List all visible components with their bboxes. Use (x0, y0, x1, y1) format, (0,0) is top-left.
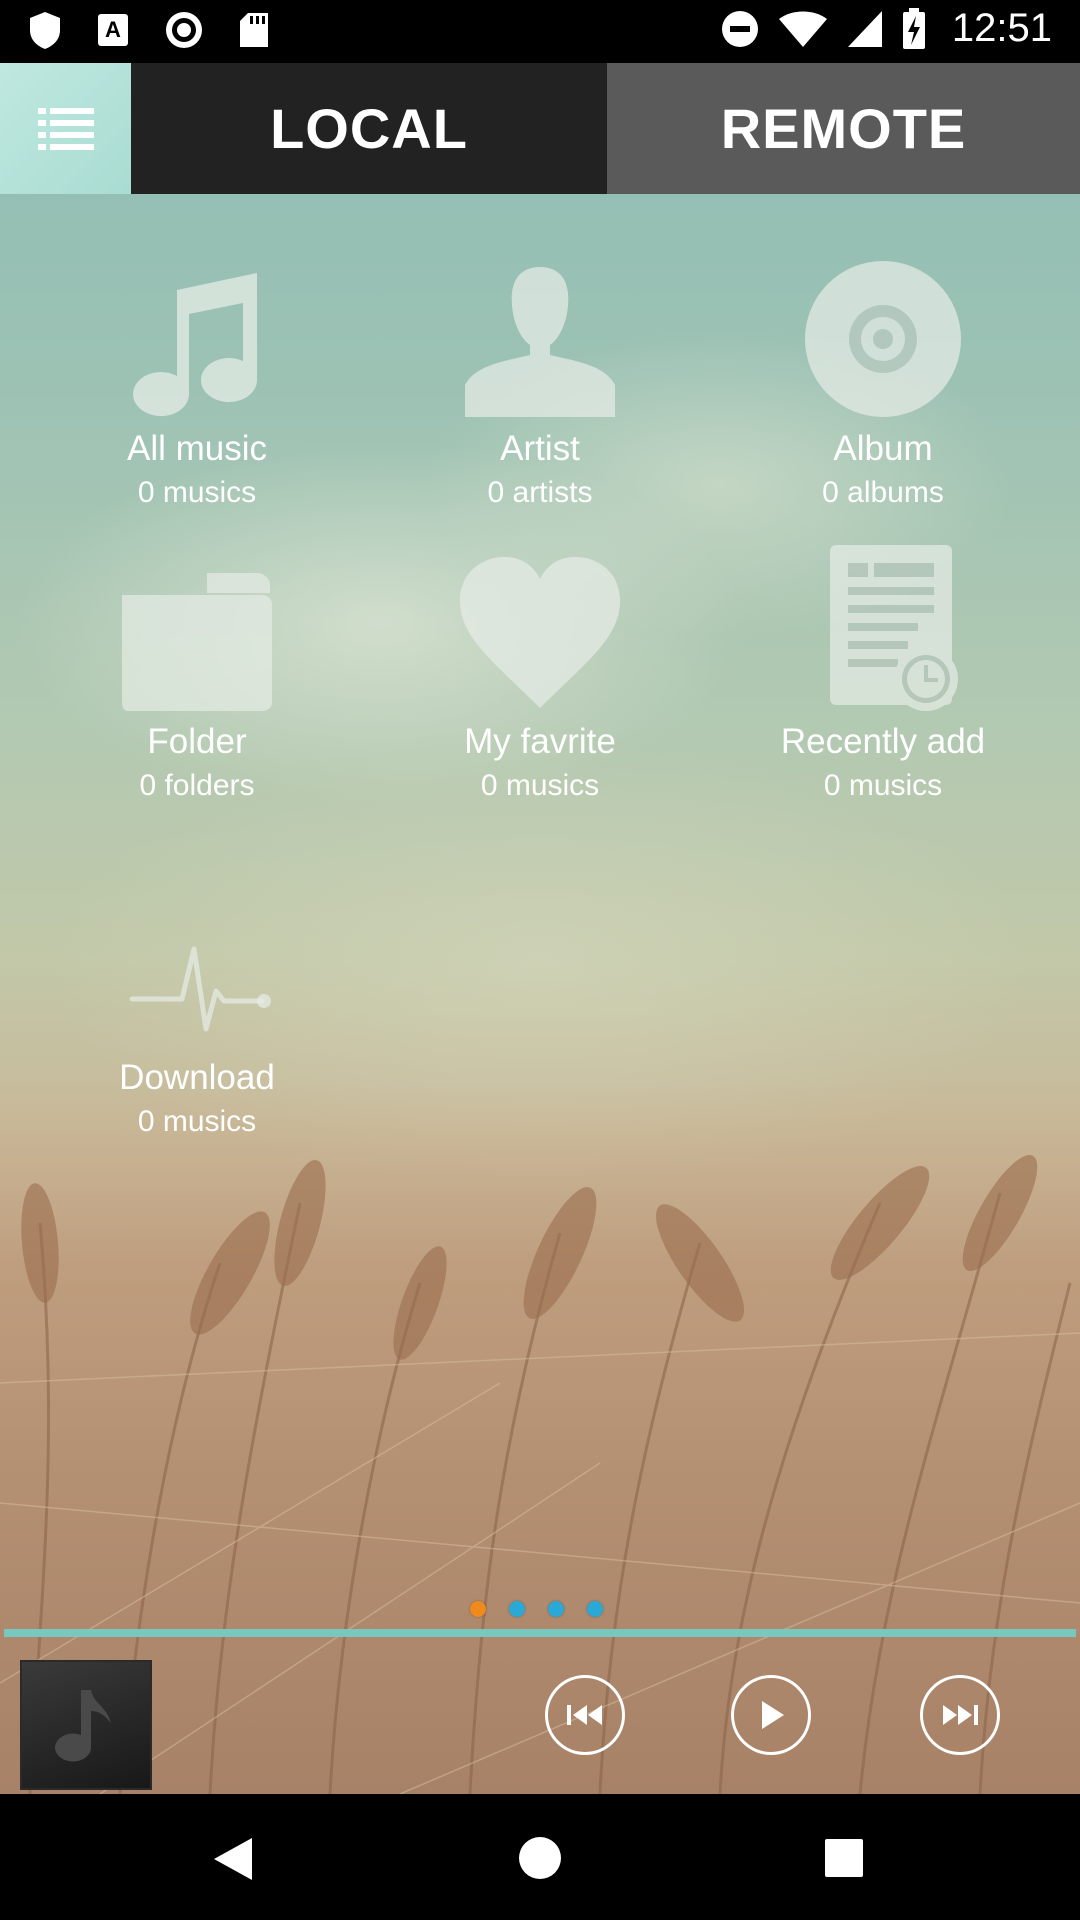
now-playing-album-art[interactable] (20, 1660, 152, 1790)
heart-icon (460, 557, 620, 708)
list-menu-icon (37, 107, 94, 150)
shield-icon (30, 12, 60, 49)
category-count: 0 albums (822, 476, 944, 509)
tab-local[interactable]: LOCAL (131, 63, 607, 194)
music-note-icon (133, 273, 258, 417)
category-download[interactable]: Download 0 musics (47, 879, 347, 1139)
pulse-icon (129, 946, 271, 1032)
play-button[interactable] (731, 1675, 811, 1755)
status-clock: 12:51 (951, 6, 1052, 50)
category-title: Artist (500, 429, 580, 468)
page-dot[interactable] (587, 1601, 603, 1617)
music-note-icon (55, 1690, 111, 1762)
battery-charging-icon (902, 7, 925, 49)
page-indicator (470, 1601, 603, 1617)
wifi-icon (778, 11, 827, 47)
category-album[interactable]: Album 0 albums (733, 250, 1033, 510)
next-button[interactable] (920, 1675, 1000, 1755)
tab-bar: LOCAL REMOTE (0, 63, 1080, 194)
menu-button[interactable] (0, 63, 131, 194)
category-artist[interactable]: Artist 0 artists (390, 250, 690, 510)
back-icon[interactable] (212, 1836, 256, 1882)
category-folder[interactable]: Folder 0 folders (47, 543, 347, 803)
tab-remote[interactable]: REMOTE (607, 63, 1080, 194)
category-count: 0 folders (139, 769, 255, 802)
page-dot[interactable] (548, 1601, 564, 1617)
record-icon (166, 12, 202, 48)
category-title: My favrite (464, 722, 616, 761)
category-count: 0 artists (487, 476, 593, 509)
sd-card-icon (240, 13, 268, 47)
album-disc-icon (804, 261, 961, 417)
keyboard-a-icon: A (98, 14, 128, 46)
category-title: Download (119, 1058, 275, 1097)
category-count: 0 musics (480, 769, 600, 802)
mini-player (0, 1639, 1080, 1794)
category-title: Recently add (780, 722, 986, 761)
category-all-music[interactable]: All music 0 musics (47, 250, 347, 510)
category-title: Folder (147, 722, 247, 761)
playback-progress-bar[interactable] (4, 1629, 1076, 1637)
category-recently-add[interactable]: Recently add 0 musics (733, 543, 1033, 803)
category-title: Album (833, 429, 933, 468)
play-icon (762, 1701, 784, 1729)
music-library-screen: LOCAL REMOTE All music 0 musics Artist 0… (0, 63, 1080, 1794)
category-title: All music (126, 429, 268, 468)
category-my-favrite[interactable]: My favrite 0 musics (390, 543, 690, 803)
page-dot[interactable] (470, 1601, 486, 1617)
next-icon (943, 1705, 978, 1725)
previous-button[interactable] (545, 1675, 625, 1755)
do-not-disturb-icon (721, 10, 758, 47)
recent-document-icon (830, 545, 958, 711)
cell-signal-icon (847, 10, 882, 47)
home-icon[interactable] (518, 1836, 562, 1880)
recents-icon[interactable] (824, 1838, 864, 1878)
svg-text:A: A (105, 17, 121, 42)
previous-icon (567, 1705, 602, 1725)
category-count: 0 musics (137, 476, 257, 509)
page-dot[interactable] (509, 1601, 525, 1617)
artist-icon (465, 267, 615, 417)
status-bar: A 12:51 (0, 0, 1080, 63)
navigation-bar (0, 1794, 1080, 1920)
category-count: 0 musics (823, 769, 943, 802)
category-count: 0 musics (137, 1105, 257, 1138)
folder-icon (122, 573, 272, 711)
